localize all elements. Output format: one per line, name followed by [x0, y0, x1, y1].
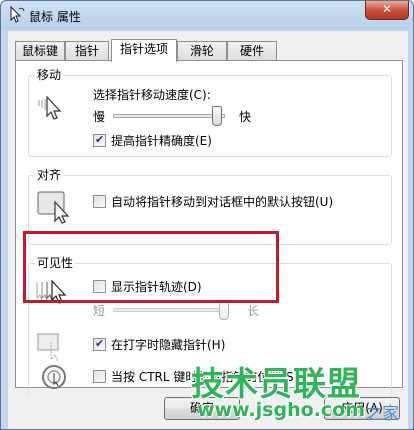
close-button[interactable]: ✕	[365, 1, 409, 20]
title-bar[interactable]: 鼠标 属性 ✕	[1, 1, 413, 31]
watermark-url: www.jsgho.com	[197, 399, 365, 421]
motion-group-label: 移动	[35, 68, 64, 82]
snap-checkbox[interactable]	[93, 195, 106, 208]
mouse-properties-window: 鼠标 属性 ✕ 鼠标键 指针 指针选项 滑轮 硬件 移动 选择指针移动速度(C)…	[0, 0, 414, 430]
precision-label[interactable]: 提高指针精确度(E)	[111, 134, 212, 148]
hide-while-typing-label[interactable]: 在打字时隐藏指针(H)	[111, 338, 225, 352]
watermark-name: 技术员联盟	[191, 364, 361, 403]
speed-slider[interactable]	[113, 106, 225, 130]
speed-slider-track	[113, 114, 225, 118]
precision-checkbox[interactable]	[93, 133, 106, 147]
snap-group-label: 对齐	[35, 168, 64, 182]
mouse-app-icon	[10, 5, 25, 23]
motion-group: 移动 选择指针移动速度(C): 慢 快 提高指针精确度(E)	[28, 68, 392, 157]
trails-slider[interactable]	[113, 300, 229, 324]
watermark-suffix: 之家	[365, 404, 399, 424]
tab-strip: 鼠标键 指针 指针选项 滑轮 硬件	[15, 39, 405, 62]
snap-label[interactable]: 自动将指针移动到对话框中的默认按钮(U)	[111, 195, 333, 209]
fast-label: 快	[239, 110, 252, 124]
short-label: 短	[93, 304, 106, 318]
hide-while-typing-icon	[37, 333, 59, 362]
show-location-icon	[42, 365, 66, 389]
tab-hardware[interactable]: 硬件	[227, 41, 277, 61]
window-title: 鼠标 属性	[29, 10, 81, 24]
highlight-box	[23, 231, 279, 303]
show-location-checkbox[interactable]	[93, 370, 106, 383]
close-icon: ✕	[381, 2, 393, 16]
tab-pointers[interactable]: 指针	[65, 41, 109, 61]
tab-wheel[interactable]: 滑轮	[177, 41, 227, 61]
pointer-speed-icon	[38, 95, 62, 120]
long-label: 长	[247, 304, 260, 318]
speed-slider-thumb[interactable]	[212, 106, 222, 126]
tab-pointer-options[interactable]: 指针选项	[111, 39, 177, 62]
snap-button-icon	[37, 191, 70, 224]
watermark: 技术员联盟 www.jsgho.com 之家	[187, 357, 413, 429]
pointer-options-panel: 移动 选择指针移动速度(C): 慢 快 提高指针精确度(E) 对齐	[15, 60, 403, 395]
tab-buttons[interactable]: 鼠标键	[15, 41, 65, 61]
slow-label: 慢	[93, 110, 106, 124]
trails-slider-thumb[interactable]	[219, 300, 229, 320]
hide-while-typing-checkbox[interactable]	[93, 337, 106, 351]
speed-label: 选择指针移动速度(C):	[93, 88, 211, 102]
trails-slider-track	[113, 308, 229, 312]
